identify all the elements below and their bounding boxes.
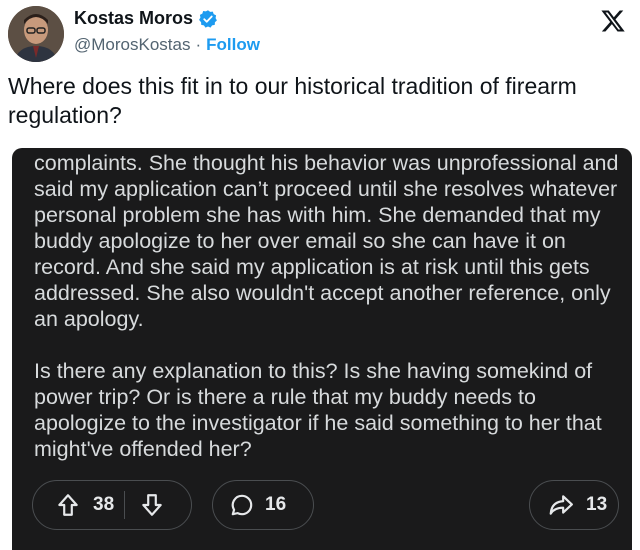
name-row: Kostas Moros <box>74 8 218 29</box>
embedded-screenshot[interactable]: complaints. She thought his behavior was… <box>12 148 632 550</box>
display-name[interactable]: Kostas Moros <box>74 8 193 29</box>
share-arrow-icon <box>549 495 573 515</box>
arrow-down-icon[interactable] <box>139 492 165 518</box>
share-count: 13 <box>586 494 608 515</box>
verified-badge-icon <box>199 9 217 28</box>
avatar[interactable] <box>8 6 64 62</box>
follow-button[interactable]: Follow <box>206 35 260 55</box>
x-logo-icon[interactable] <box>600 8 626 34</box>
post-body: complaints. She thought his behavior was… <box>34 150 624 488</box>
upvote-count: 38 <box>93 494 115 515</box>
arrow-up-icon[interactable] <box>55 492 81 518</box>
speech-bubble-icon <box>231 494 253 516</box>
handle-row: @MorosKostas · Follow <box>74 35 260 55</box>
comments-button[interactable]: 16 <box>212 480 314 530</box>
handle[interactable]: @MorosKostas <box>74 35 190 55</box>
tweet-text: Where does this fit in to our historical… <box>8 73 577 128</box>
tweet-header: Kostas Moros @MorosKostas · Follow <box>0 0 640 70</box>
post-paragraph-1: complaints. She thought his behavior was… <box>34 151 619 331</box>
separator: · <box>195 35 202 54</box>
vote-control: 38 <box>32 480 192 530</box>
avatar-image <box>8 6 64 62</box>
share-button[interactable]: 13 <box>529 480 619 530</box>
vote-divider <box>124 491 126 519</box>
post-actions: 38 16 13 <box>32 480 619 536</box>
comment-count: 16 <box>265 494 287 515</box>
post-paragraph-2: Is there any explanation to this? Is she… <box>34 359 602 461</box>
